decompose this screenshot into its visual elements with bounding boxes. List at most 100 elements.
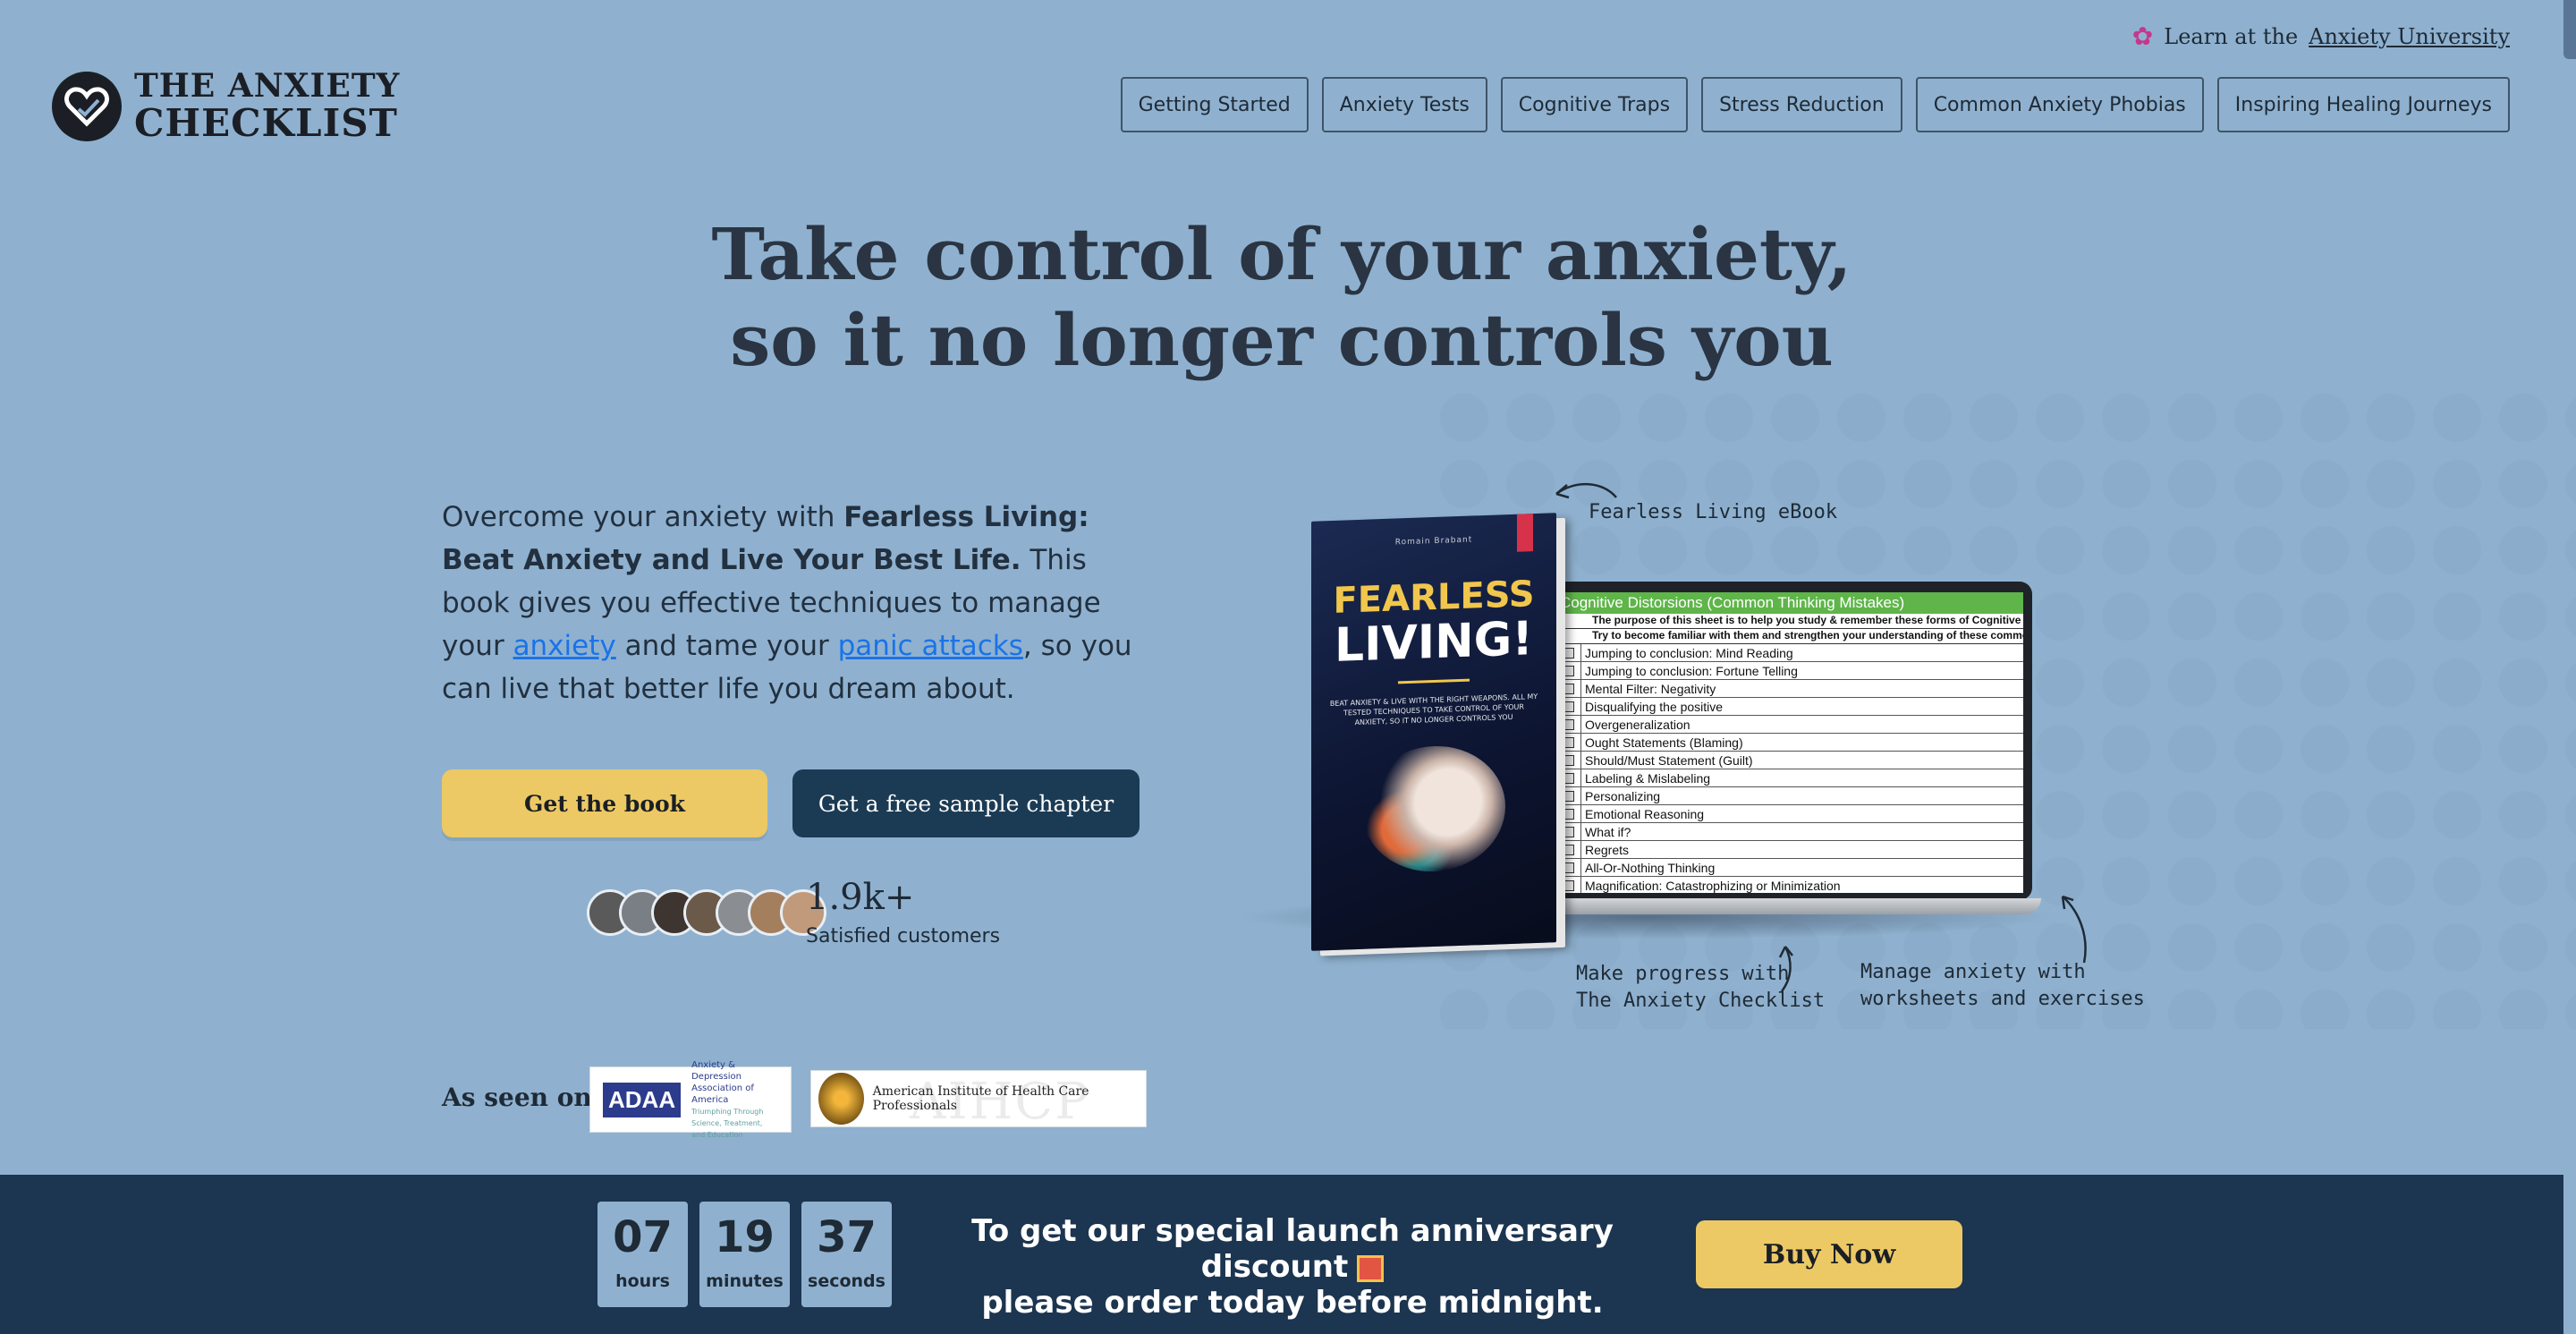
book-blurb: BEAT ANXIETY & LIVE WITH THE RIGHT WEAPO… — [1329, 692, 1538, 727]
checkbox-icon — [1563, 879, 1574, 891]
hero-title-line1: Take control of your anxiety, — [711, 212, 1852, 296]
adaa-mark: ADAA — [603, 1082, 682, 1117]
checkbox-icon — [1563, 718, 1574, 730]
worksheet-row-label: Mental Filter: Negativity — [1585, 681, 1716, 696]
worksheet-row: All-Or-Nothing Thinking — [1556, 859, 2023, 877]
promo-text: To get our special launch anniversary di… — [912, 1213, 1673, 1321]
worksheet-row-label: Overgeneralization — [1585, 717, 1690, 732]
logo-line2: CHECKLIST — [134, 100, 398, 145]
countdown-minutes-value: 19 — [715, 1212, 775, 1262]
worksheet-row-label: Disqualifying the positive — [1585, 699, 1724, 714]
worksheet-row-label: All-Or-Nothing Thinking — [1585, 860, 1716, 875]
nav-stress-reduction[interactable]: Stress Reduction — [1701, 77, 1902, 132]
intro-text-1: Overcome your anxiety with — [442, 501, 844, 533]
main-nav: Getting Started Anxiety Tests Cognitive … — [1120, 77, 2510, 132]
checkbox-icon — [1563, 701, 1574, 712]
adaa-tagline: Triumphing Through Science, Treatment, a… — [691, 1107, 764, 1139]
worksheet-row: Emotional Reasoning — [1556, 805, 2023, 823]
worksheet-row-label: Ought Statements (Blaming) — [1585, 735, 1743, 750]
worksheet-row: Magnification: Catastrophizing or Minimi… — [1556, 877, 2023, 893]
worksheet-row: Jumping to conclusion: Fortune Telling — [1556, 662, 2023, 680]
countdown-seconds: 37 seconds — [801, 1202, 892, 1307]
manage-annotation: Manage anxiety with worksheets and exerc… — [1860, 959, 2145, 1013]
logo-line1: THE ANXIETY — [134, 67, 401, 105]
heart-check-icon — [52, 71, 122, 141]
progress-annotation-line1: Make progress with — [1576, 963, 1790, 985]
intro-paragraph: Overcome your anxiety with Fearless Livi… — [442, 496, 1148, 710]
adaa-text: Anxiety & Depression Association of Amer… — [691, 1059, 778, 1141]
promo-line1: To get our special launch anniversary di… — [971, 1213, 1614, 1285]
buy-now-button[interactable]: Buy Now — [1696, 1220, 1962, 1288]
aihcp-ghost-text: AIHCP — [910, 1073, 1090, 1131]
laptop-screen: Cognitive Distorsions (Common Thinking M… — [1547, 582, 2032, 900]
countdown-hours-unit: hours — [615, 1271, 670, 1291]
worksheet-row: Regrets — [1556, 841, 2023, 859]
gift-icon — [1357, 1254, 1385, 1282]
worksheet-row: Personalizing — [1556, 787, 2023, 805]
adaa-name: Anxiety & Depression Association of Amer… — [691, 1059, 754, 1105]
scrollbar-thumb[interactable] — [2563, 0, 2576, 59]
curved-arrow-icon — [1555, 482, 1617, 499]
customer-count: 1.9k+ — [806, 877, 915, 918]
anxiety-university-link[interactable]: Anxiety University — [2309, 24, 2510, 49]
nav-common-anxiety-phobias[interactable]: Common Anxiety Phobias — [1915, 77, 2204, 132]
book-divider — [1398, 678, 1470, 684]
hero-title-line2: so it no longer controls you — [730, 298, 1834, 382]
curved-arrow-icon — [1778, 946, 1793, 992]
book-author: Romain Brabant — [1394, 535, 1473, 548]
countdown-seconds-value: 37 — [817, 1212, 877, 1262]
customer-count-label: Satisfied customers — [806, 925, 1001, 947]
adaa-logo[interactable]: ADAA Anxiety & Depression Association of… — [589, 1060, 792, 1139]
top-link-prefix: Learn at the — [2164, 23, 2299, 49]
brain-flower-illustration — [1362, 743, 1505, 874]
worksheet-subtitle-1: The purpose of this sheet is to help you… — [1556, 614, 2023, 629]
nav-anxiety-tests[interactable]: Anxiety Tests — [1321, 77, 1487, 132]
book-cover: Romain Brabant FEARLESS LIVING! BEAT ANX… — [1311, 513, 1556, 951]
worksheet-row-label: Personalizing — [1585, 788, 1661, 803]
logo-text: THE ANXIETY CHECKLIST — [134, 67, 401, 145]
checkbox-icon — [1563, 665, 1574, 676]
curved-arrow-icon — [2061, 895, 2087, 964]
checkbox-icon — [1563, 754, 1574, 766]
nav-inspiring-healing-journeys[interactable]: Inspiring Healing Journeys — [2216, 77, 2510, 132]
aihcp-logo[interactable]: AIHCP American Institute of Health Care … — [810, 1070, 1147, 1131]
worksheet-row-label: Should/Must Statement (Guilt) — [1585, 752, 1753, 768]
checkbox-icon — [1563, 683, 1574, 694]
countdown-hours: 07 hours — [597, 1202, 688, 1307]
countdown-minutes-unit: minutes — [706, 1271, 784, 1291]
bookmark-ribbon-icon — [1517, 514, 1533, 552]
worksheet-row: Disqualifying the positive — [1556, 698, 2023, 716]
countdown-minutes: 19 minutes — [699, 1202, 790, 1307]
worksheet-row: Ought Statements (Blaming) — [1556, 734, 2023, 752]
worksheet-row-label: Regrets — [1585, 842, 1630, 857]
free-sample-chapter-button[interactable]: Get a free sample chapter — [792, 769, 1140, 837]
site-logo[interactable]: THE ANXIETY CHECKLIST — [52, 67, 401, 145]
worksheet-row-label: Jumping to conclusion: Fortune Telling — [1585, 663, 1798, 678]
checkbox-icon — [1563, 844, 1574, 855]
ebook-annotation: Fearless Living eBook — [1589, 501, 1838, 523]
worksheet-row-label: Magnification: Catastrophizing or Minimi… — [1585, 878, 1841, 893]
worksheet-row: Labeling & Mislabeling — [1556, 769, 2023, 787]
checkbox-icon — [1563, 826, 1574, 837]
get-the-book-button[interactable]: Get the book — [442, 769, 767, 837]
panic-attacks-link[interactable]: panic attacks — [838, 630, 1023, 662]
anxiety-link[interactable]: anxiety — [513, 630, 616, 662]
brain-icon: ✿ — [2131, 21, 2154, 51]
countdown-hours-value: 07 — [613, 1212, 673, 1262]
nav-getting-started[interactable]: Getting Started — [1120, 77, 1309, 132]
worksheet-row-label: Emotional Reasoning — [1585, 806, 1705, 821]
worksheet-row: Overgeneralization — [1556, 716, 2023, 734]
worksheet-subtitle-2: Try to become familiar with them and str… — [1556, 629, 2023, 644]
worksheet-row: Mental Filter: Negativity — [1556, 680, 2023, 698]
nav-cognitive-traps[interactable]: Cognitive Traps — [1500, 77, 1689, 132]
manage-annotation-line1: Manage anxiety with — [1860, 961, 2086, 983]
checkbox-icon — [1563, 647, 1574, 659]
hero-title: Take control of your anxiety, so it no l… — [0, 211, 2563, 383]
book-title-line2: LIVING! — [1335, 612, 1533, 673]
customer-avatars — [587, 889, 826, 936]
aihcp-seal-icon — [818, 1073, 864, 1125]
as-seen-on-label: As seen on: — [442, 1083, 602, 1112]
manage-annotation-line2: worksheets and exercises — [1860, 988, 2145, 1010]
top-university-link-row: ✿ Learn at the Anxiety University — [2132, 21, 2510, 51]
checkbox-icon — [1563, 808, 1574, 820]
